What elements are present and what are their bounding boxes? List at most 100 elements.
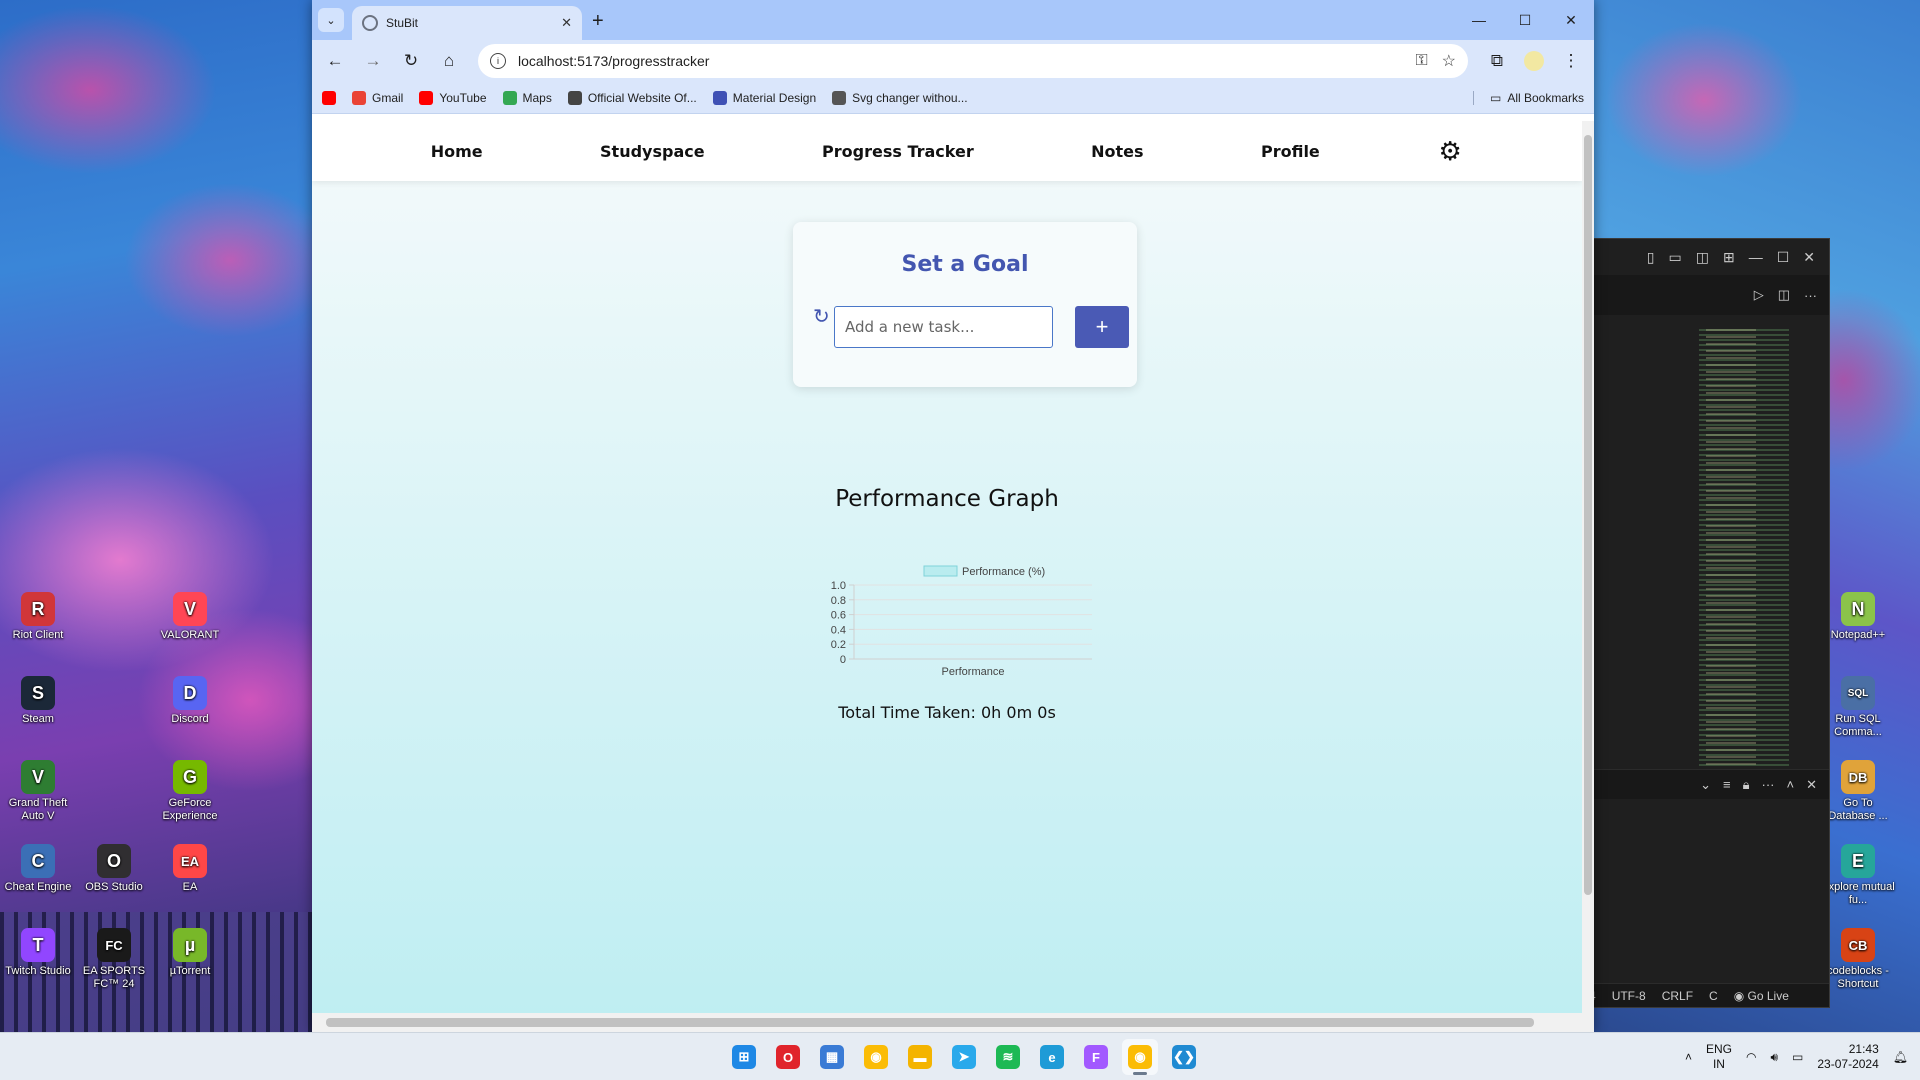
status-encoding[interactable]: UTF-8 bbox=[1612, 989, 1646, 1003]
add-task-button[interactable]: + bbox=[1075, 306, 1129, 348]
desktop-shortcut[interactable]: G GeForce Experience bbox=[152, 760, 228, 823]
desktop-shortcut[interactable]: N Notepad++ bbox=[1820, 592, 1896, 642]
desktop-shortcut[interactable]: C Cheat Engine bbox=[0, 844, 76, 894]
desktop-shortcut[interactable]: E Explore mutual fu... bbox=[1820, 844, 1896, 907]
layout-grid-icon[interactable]: ⊞ bbox=[1723, 249, 1735, 266]
desktop-shortcut[interactable]: FC EA SPORTS FC™ 24 bbox=[76, 928, 152, 991]
desktop-shortcut[interactable]: µ µTorrent bbox=[152, 928, 228, 978]
layout-split-icon[interactable]: ◫ bbox=[1696, 249, 1709, 266]
spotify-icon[interactable]: ≋ bbox=[990, 1039, 1026, 1075]
status-language[interactable]: C bbox=[1709, 989, 1718, 1003]
list-icon[interactable]: ≡ bbox=[1723, 777, 1731, 792]
run-icon[interactable]: ▷ bbox=[1754, 287, 1764, 303]
more-icon[interactable]: ··· bbox=[1762, 777, 1775, 792]
desktop-shortcut[interactable]: DB Go To Database ... bbox=[1820, 760, 1896, 823]
desktop-shortcut[interactable]: S Steam bbox=[0, 676, 76, 726]
layout-sidebar-icon[interactable]: ▯ bbox=[1647, 249, 1655, 266]
back-icon[interactable]: ← bbox=[318, 44, 352, 78]
close-window-button[interactable]: ✕ bbox=[1548, 0, 1594, 40]
tab-search-button[interactable]: ⌄ bbox=[318, 8, 344, 32]
notification-bell-icon[interactable]: 🔔︎ bbox=[1893, 1050, 1908, 1064]
new-tab-button[interactable]: + bbox=[592, 10, 604, 33]
close-icon[interactable]: ✕ bbox=[1803, 249, 1815, 266]
wifi-icon[interactable]: ◠ bbox=[1746, 1050, 1756, 1064]
nav-progress-tracker[interactable]: Progress Tracker bbox=[822, 142, 974, 161]
desktop-shortcut[interactable]: V Grand Theft Auto V bbox=[0, 760, 76, 823]
extensions-icon[interactable]: ⧉ bbox=[1480, 44, 1514, 78]
total-time-taken: Total Time Taken: 0h 0m 0s bbox=[838, 703, 1056, 722]
figma-icon[interactable]: F bbox=[1078, 1039, 1114, 1075]
nav-profile[interactable]: Profile bbox=[1261, 142, 1320, 161]
nav-notes[interactable]: Notes bbox=[1091, 142, 1143, 161]
language-indicator[interactable]: ENG IN bbox=[1706, 1042, 1732, 1072]
task-input[interactable] bbox=[834, 306, 1053, 348]
lock-icon[interactable]: 🔒︎ bbox=[1743, 777, 1750, 793]
browser-tab-active[interactable]: StuBit ✕ bbox=[352, 6, 582, 40]
opera-icon[interactable]: O bbox=[770, 1039, 806, 1075]
url-text[interactable]: localhost:5173/progresstracker bbox=[518, 53, 1401, 69]
tab-close-icon[interactable]: ✕ bbox=[561, 15, 572, 31]
volume-icon[interactable]: 🔊︎ bbox=[1770, 1050, 1778, 1065]
maximize-button[interactable]: ☐ bbox=[1502, 0, 1548, 40]
bookmark-item[interactable]: Gmail bbox=[352, 90, 403, 105]
desktop-shortcut[interactable]: V VALORANT bbox=[152, 592, 228, 642]
chevron-down-icon[interactable]: ⌄ bbox=[1700, 777, 1711, 793]
layout-panel-icon[interactable]: ▭ bbox=[1669, 249, 1682, 266]
status-eol[interactable]: CRLF bbox=[1662, 989, 1693, 1003]
bookmark-item[interactable]: Material Design bbox=[712, 90, 816, 105]
vscode-icon[interactable]: ❮❯ bbox=[1166, 1039, 1202, 1075]
all-bookmarks[interactable]: ▭ All Bookmarks bbox=[1472, 90, 1584, 105]
clock[interactable]: 21:43 23-07-2024 bbox=[1817, 1042, 1878, 1072]
forward-icon[interactable]: → bbox=[356, 44, 390, 78]
edge-icon[interactable]: e bbox=[1034, 1039, 1070, 1075]
more-actions-icon[interactable]: ··· bbox=[1804, 288, 1817, 303]
minimize-icon[interactable]: — bbox=[1749, 249, 1763, 265]
file-explorer-icon[interactable]: ▬ bbox=[902, 1039, 938, 1075]
bookmark-item[interactable]: Maps bbox=[502, 90, 552, 105]
telegram-icon[interactable]: ➤ bbox=[946, 1039, 982, 1075]
vscode-statusbar: 4 UTF-8 CRLF C ◉ Go Live bbox=[1581, 983, 1829, 1007]
vertical-scrollbar[interactable] bbox=[1582, 121, 1594, 1013]
menu-kebab-icon[interactable]: ⋮ bbox=[1554, 44, 1588, 78]
settings-gear-icon[interactable]: ⚙ bbox=[1437, 136, 1463, 166]
panel-close-icon[interactable]: ✕ bbox=[1806, 777, 1817, 793]
desktop-shortcut[interactable]: CB codeblocks - Shortcut bbox=[1820, 928, 1896, 991]
browser-window[interactable]: ⌄ StuBit ✕ + — ☐ ✕ ← → ↻ ⌂ i localhost:5… bbox=[312, 0, 1594, 1032]
password-key-icon[interactable]: ⚿ bbox=[1415, 52, 1427, 70]
bookmark-item[interactable]: Official Website Of... bbox=[567, 90, 697, 105]
bookmark-star-icon[interactable]: ☆ bbox=[1442, 51, 1456, 71]
maximize-icon[interactable]: ☐ bbox=[1777, 249, 1790, 266]
status-go-live[interactable]: ◉ Go Live bbox=[1734, 989, 1789, 1003]
site-info-icon[interactable]: i bbox=[490, 53, 506, 69]
chrome-icon[interactable]: ◉ bbox=[858, 1039, 894, 1075]
address-bar[interactable]: i localhost:5173/progresstracker ⚿ ☆ bbox=[478, 44, 1468, 78]
home-icon[interactable]: ⌂ bbox=[432, 44, 466, 78]
split-editor-icon[interactable]: ◫ bbox=[1778, 287, 1790, 303]
store-icon[interactable]: ▦ bbox=[814, 1039, 850, 1075]
chevron-up-icon[interactable]: ˄ bbox=[1787, 777, 1795, 792]
chrome-profile-icon[interactable]: ◉ bbox=[1122, 1039, 1158, 1075]
horizontal-scrollbar-thumb[interactable] bbox=[326, 1018, 1534, 1027]
desktop-shortcut[interactable]: T Twitch Studio bbox=[0, 928, 76, 978]
desktop-shortcut[interactable]: D Discord bbox=[152, 676, 228, 726]
nav-home[interactable]: Home bbox=[431, 142, 483, 161]
reload-icon[interactable]: ↻ bbox=[394, 44, 428, 78]
horizontal-scrollbar[interactable] bbox=[312, 1013, 1594, 1032]
bookmark-item[interactable]: Svg changer withou... bbox=[832, 90, 968, 105]
battery-icon[interactable]: ▭ bbox=[1792, 1050, 1803, 1064]
desktop-shortcut[interactable]: R Riot Client bbox=[0, 592, 76, 642]
desktop-shortcut[interactable]: O OBS Studio bbox=[76, 844, 152, 894]
spotify-icon-glyph: ≋ bbox=[996, 1045, 1020, 1069]
bookmark-item[interactable]: YouTube bbox=[419, 90, 487, 105]
start-icon[interactable]: ⊞ bbox=[726, 1039, 762, 1075]
desktop-shortcut[interactable]: SQL Run SQL Comma... bbox=[1820, 676, 1896, 739]
desktop-shortcut[interactable]: EA EA bbox=[152, 844, 228, 894]
refresh-icon[interactable]: ↻ bbox=[813, 304, 830, 329]
vertical-scrollbar-thumb[interactable] bbox=[1584, 135, 1592, 895]
tray-chevron-up-icon[interactable]: ˄ bbox=[1685, 1050, 1692, 1064]
nav-studyspace[interactable]: Studyspace bbox=[600, 142, 705, 161]
minimize-button[interactable]: — bbox=[1456, 0, 1502, 40]
profile-avatar[interactable] bbox=[1524, 51, 1544, 71]
bookmark-item[interactable] bbox=[322, 90, 336, 105]
vscode-window[interactable]: ▯ ▭ ◫ ⊞ — ☐ ✕ ▷ ◫ ··· ⌄ ≡ 🔒︎ ··· ˄ ✕ 4 U… bbox=[1580, 238, 1830, 1008]
